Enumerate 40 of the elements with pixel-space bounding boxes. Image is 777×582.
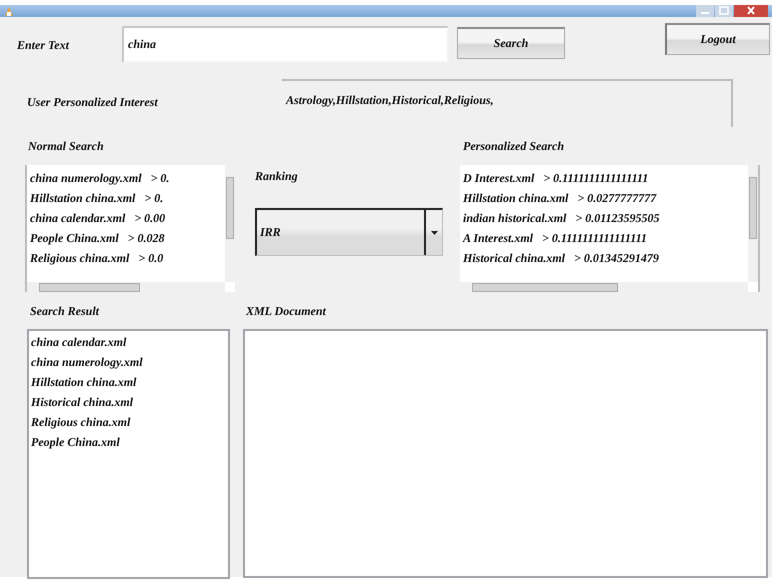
list-box[interactable]: D Interest.xml > 0.1111111111111111 Hillstation china.xml > 0.0277777777 indian historical.xml > 0.01123595505 A Interest.xml > 0.1111111111111111 Historical china.xml > 0.01345291479 xyxy=(460,165,760,292)
maximize-icon[interactable] xyxy=(715,5,733,17)
list-item[interactable]: Religious china.xml xyxy=(31,412,228,432)
enter-text-label: Enter Text xyxy=(17,38,70,53)
list-item[interactable]: china calendar.xml xyxy=(31,332,228,352)
section-label: Normal Search xyxy=(28,139,105,154)
list-item[interactable]: Historical china.xml xyxy=(31,392,228,412)
result-list[interactable]: china calendar.xml china numerology.xml Hillstation china.xml Historical china.xml Religious china.xml People China.xml xyxy=(27,329,230,579)
close-icon[interactable] xyxy=(734,5,768,17)
interest-box: Astrology,Hillstation,Historical,Religious, xyxy=(282,79,733,127)
list-item[interactable]: Hillstation china.xml > 0. xyxy=(30,188,225,208)
list-item[interactable]: People China.xml xyxy=(31,432,228,452)
list-box[interactable]: china numerology.xml > 0. Hillstation china.xml > 0. china calendar.xml > 0.00 People China.xml > 0.028 Religious china.xml > 0.0 xyxy=(25,165,235,292)
list-item[interactable]: D Interest.xml > 0.1111111111111111 xyxy=(463,168,748,188)
horizontal-scrollbar[interactable] xyxy=(27,282,225,292)
list-item[interactable]: Religious china.xml > 0.0 xyxy=(30,248,225,268)
ranking-label: Ranking xyxy=(255,169,299,184)
section-label: XML Document xyxy=(246,304,328,319)
logout-button[interactable]: Logout xyxy=(665,23,770,55)
app-icon xyxy=(3,5,15,17)
list-item[interactable]: Hillstation china.xml xyxy=(31,372,228,392)
caret-icon xyxy=(430,230,438,234)
list-item[interactable]: Hillstation china.xml > 0.0277777777 xyxy=(463,188,748,208)
interest-label: User Personalized Interest xyxy=(27,95,159,110)
list-item[interactable]: indian historical.xml > 0.01123595505 xyxy=(463,208,748,228)
vertical-scrollbar[interactable] xyxy=(225,165,235,282)
list-item[interactable]: china numerology.xml xyxy=(31,352,228,372)
list-item[interactable]: People China.xml > 0.028 xyxy=(30,228,225,248)
section-label: Personalized Search xyxy=(463,139,566,154)
ranking-dropdown[interactable]: IRR xyxy=(255,208,443,256)
vertical-scrollbar[interactable] xyxy=(748,165,758,282)
list-item[interactable]: china numerology.xml > 0. xyxy=(30,168,225,188)
list-item[interactable]: A Interest.xml > 0.1111111111111111 xyxy=(463,228,748,248)
list-item[interactable]: china calendar.xml > 0.00 xyxy=(30,208,225,228)
section-label: Search Result xyxy=(30,304,100,319)
search-field[interactable]: china xyxy=(122,26,449,63)
list-item[interactable]: Historical china.xml > 0.01345291479 xyxy=(463,248,748,268)
minimize-icon[interactable] xyxy=(696,5,714,17)
search-button[interactable]: Search xyxy=(457,27,565,59)
horizontal-scrollbar[interactable] xyxy=(460,282,748,292)
